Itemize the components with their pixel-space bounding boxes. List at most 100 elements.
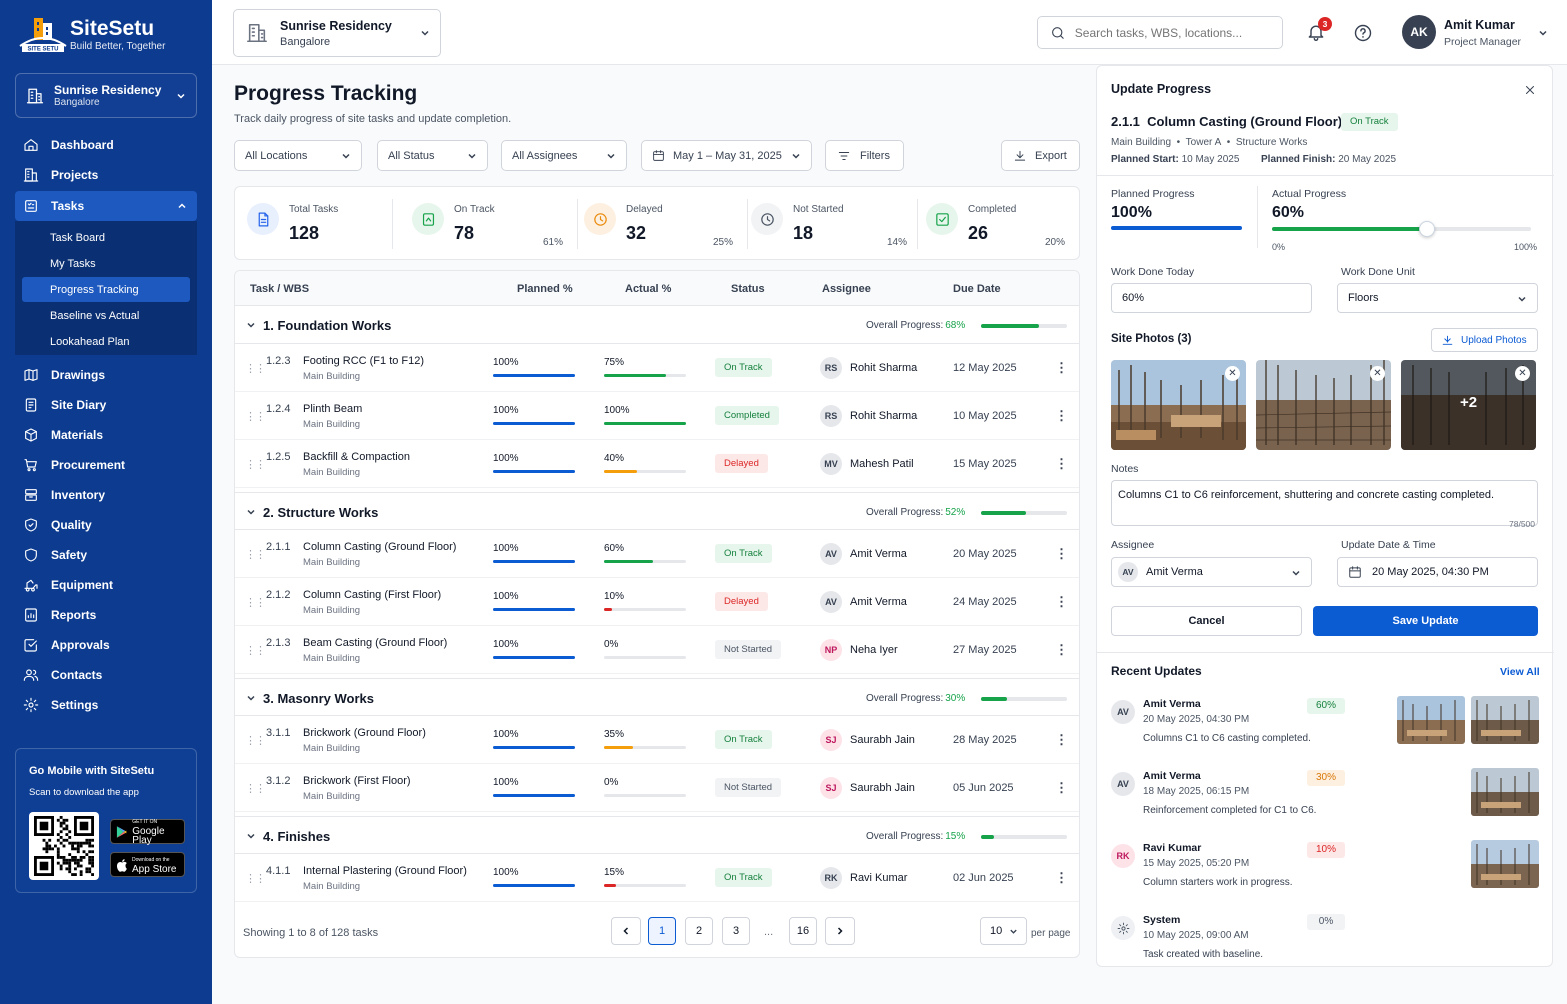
page-button[interactable]: 3 [722, 917, 750, 945]
sidebar-item-tasks[interactable]: Tasks [15, 191, 197, 221]
sidebar-item-approvals[interactable]: Approvals [15, 630, 197, 660]
task-group[interactable]: 1. Foundation Works Overall Progress: 68% [235, 306, 1079, 344]
recent-update-item[interactable]: AV Amit Verma 20 May 2025, 04:30 PM Columns… [1111, 688, 1541, 758]
submenu-item-my-tasks[interactable]: My Tasks [22, 251, 190, 276]
export-button[interactable]: Export [1001, 140, 1080, 171]
drag-handle-icon[interactable]: ⋮⋮ [245, 548, 266, 561]
cancel-button[interactable]: Cancel [1111, 606, 1302, 636]
notifications-button[interactable]: 3 [1306, 17, 1332, 44]
submenu-item-progress-tracking[interactable]: Progress Tracking [22, 277, 190, 302]
task-name[interactable]: Plinth Beam [303, 403, 362, 415]
sidebar-item-reports[interactable]: Reports [15, 600, 197, 630]
col-task[interactable]: Task / WBS [250, 283, 309, 295]
remove-photo-icon[interactable]: ✕ [1225, 366, 1240, 381]
sidebar-item-equipment[interactable]: Equipment [15, 570, 197, 600]
task-name[interactable]: Footing RCC (F1 to F12) [303, 355, 424, 367]
table-row[interactable]: ⋮⋮ 3.1.1 Brickwork (Ground Floor) Main Buil… [235, 716, 1079, 764]
drag-handle-icon[interactable]: ⋮⋮ [245, 362, 266, 375]
kpi-delayed[interactable]: Delayed 32 25% [584, 187, 734, 261]
sidebar-item-procurement[interactable]: Procurement [15, 450, 197, 480]
task-group[interactable]: 4. Finishes Overall Progress: 15% [235, 816, 1079, 854]
table-row[interactable]: ⋮⋮ 1.2.5 Backfill & Compaction Main Buildin… [235, 440, 1079, 488]
task-group[interactable]: 3. Masonry Works Overall Progress: 30% [235, 678, 1079, 716]
unit-select[interactable]: Floors [1337, 283, 1538, 313]
col-assignee[interactable]: Assignee [822, 283, 871, 295]
table-row[interactable]: ⋮⋮ 2.1.2 Column Casting (First Floor) Main … [235, 578, 1079, 626]
sidebar-item-contacts[interactable]: Contacts [15, 660, 197, 690]
drag-handle-icon[interactable]: ⋮⋮ [245, 872, 266, 885]
location-filter[interactable]: All Locations [234, 140, 362, 171]
project-selector[interactable]: Sunrise Residency Bangalore [15, 73, 197, 118]
save-update-button[interactable]: Save Update [1313, 606, 1538, 636]
date-range-filter[interactable]: May 1 – May 31, 2025 [641, 140, 812, 171]
next-page-button[interactable] [825, 917, 855, 945]
col-status[interactable]: Status [731, 283, 765, 295]
page-button[interactable]: 1 [648, 917, 676, 945]
notes-textarea[interactable]: Columns C1 to C6 reinforcement, shutteri… [1111, 480, 1538, 526]
submenu-item-task-board[interactable]: Task Board [22, 225, 190, 250]
col-due[interactable]: Due Date [953, 283, 1001, 295]
table-row[interactable]: ⋮⋮ 3.1.2 Brickwork (First Floor) Main Build… [235, 764, 1079, 812]
qr-code[interactable] [29, 812, 99, 880]
search-box[interactable] [1037, 16, 1283, 49]
sidebar-item-inventory[interactable]: Inventory [15, 480, 197, 510]
task-name[interactable]: Backfill & Compaction [303, 451, 410, 463]
per-page-select[interactable]: 10 [980, 917, 1027, 945]
col-actual[interactable]: Actual % [625, 283, 671, 295]
task-name[interactable]: Brickwork (Ground Floor) [303, 727, 426, 739]
table-row[interactable]: ⋮⋮ 2.1.3 Beam Casting (Ground Floor) Main B… [235, 626, 1079, 674]
task-name[interactable]: Beam Casting (Ground Floor) [303, 637, 447, 649]
more-options-icon[interactable]: ⋮ [1055, 642, 1068, 658]
col-planned[interactable]: Planned % [517, 283, 573, 295]
app-store-button[interactable]: Download on the App Store [110, 852, 185, 877]
assignee-filter[interactable]: All Assignees [501, 140, 627, 171]
task-name[interactable]: Brickwork (First Floor) [303, 775, 411, 787]
sidebar-item-quality[interactable]: Quality [15, 510, 197, 540]
user-menu[interactable]: AK Amit Kumar Project Manager [1402, 15, 1552, 51]
site-photo[interactable]: ✕ [1256, 360, 1391, 450]
task-name[interactable]: Column Casting (First Floor) [303, 589, 441, 601]
site-photo[interactable]: ✕ [1111, 360, 1246, 450]
sidebar-item-settings[interactable]: Settings [15, 690, 197, 720]
more-options-icon[interactable]: ⋮ [1055, 780, 1068, 796]
update-photo[interactable] [1471, 768, 1539, 816]
view-all-link[interactable]: View All [1500, 666, 1540, 678]
site-photo[interactable]: +2 ✕ [1401, 360, 1536, 450]
submenu-item-lookahead-plan[interactable]: Lookahead Plan [22, 329, 190, 354]
filters-button[interactable]: Filters [825, 140, 904, 171]
help-button[interactable] [1353, 23, 1373, 43]
submenu-item-baseline-vs-actual[interactable]: Baseline vs Actual [22, 303, 190, 328]
more-options-icon[interactable]: ⋮ [1055, 456, 1068, 472]
actual-progress-slider[interactable] [1272, 221, 1531, 237]
more-options-icon[interactable]: ⋮ [1055, 408, 1068, 424]
task-group[interactable]: 2. Structure Works Overall Progress: 52% [235, 492, 1079, 530]
prev-page-button[interactable] [611, 917, 641, 945]
more-options-icon[interactable]: ⋮ [1055, 546, 1068, 562]
update-photo[interactable] [1471, 840, 1539, 888]
recent-update-item[interactable]: AV Amit Verma 18 May 2025, 06:15 PM Reinfor… [1111, 760, 1541, 830]
kpi-not-started[interactable]: Not Started 18 14% [751, 187, 907, 261]
sidebar-item-safety[interactable]: Safety [15, 540, 197, 570]
drag-handle-icon[interactable]: ⋮⋮ [245, 734, 266, 747]
work-today-input[interactable]: 60% [1111, 283, 1312, 313]
task-name[interactable]: Internal Plastering (Ground Floor) [303, 865, 467, 877]
slider-thumb[interactable] [1419, 221, 1436, 237]
more-options-icon[interactable]: ⋮ [1055, 870, 1068, 886]
breadcrumb-item[interactable]: Structure Works [1236, 137, 1308, 148]
table-row[interactable]: ⋮⋮ 1.2.4 Plinth Beam Main Building 100% 100% C… [235, 392, 1079, 440]
sidebar-item-materials[interactable]: Materials [15, 420, 197, 450]
app-logo[interactable]: SITE SETU SiteSetu Build Better, Togethe… [18, 14, 165, 54]
breadcrumb-item[interactable]: Tower A [1186, 137, 1222, 148]
table-row[interactable]: ⋮⋮ 4.1.1 Internal Plastering (Ground Floor… [235, 854, 1079, 902]
upload-photos-button[interactable]: Upload Photos [1431, 328, 1538, 352]
search-input[interactable] [1074, 25, 1272, 40]
sidebar-item-projects[interactable]: Projects [15, 160, 197, 190]
update-photo[interactable] [1471, 696, 1539, 744]
more-options-icon[interactable]: ⋮ [1055, 360, 1068, 376]
kpi-completed[interactable]: Completed 26 20% [926, 187, 1076, 261]
table-row[interactable]: ⋮⋮ 2.1.1 Column Casting (Ground Floor) Main… [235, 530, 1079, 578]
assignee-select[interactable]: AV Amit Verma [1111, 557, 1312, 587]
google-play-button[interactable]: GET IT ON Google Play [110, 819, 185, 846]
kpi-on-track[interactable]: On Track 78 61% [412, 187, 563, 261]
recent-update-item[interactable]: RK Ravi Kumar 15 May 2025, 05:20 PM Column … [1111, 832, 1541, 902]
